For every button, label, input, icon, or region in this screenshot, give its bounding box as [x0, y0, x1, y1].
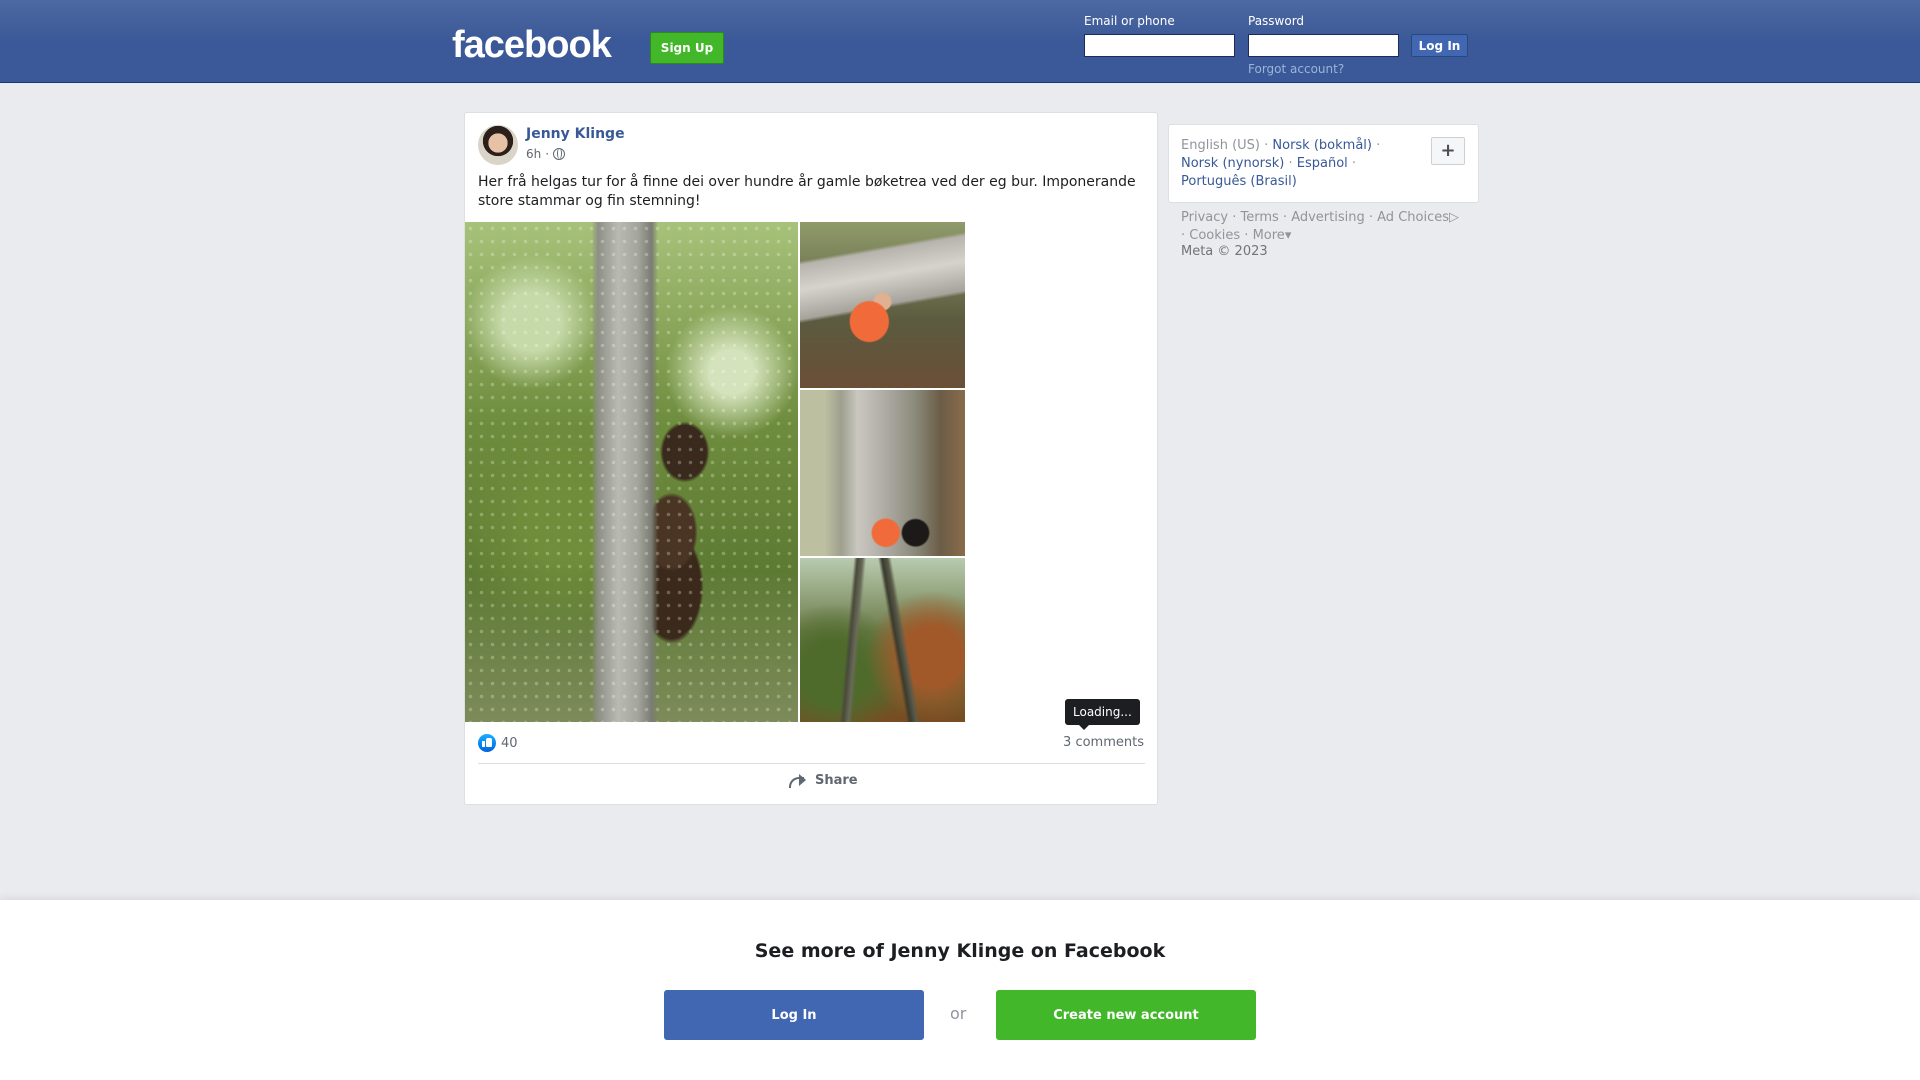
banner-title: See more of Jenny Klinge on Facebook	[754, 940, 1166, 962]
loading-tooltip: Loading...	[1065, 699, 1140, 730]
post-card: Jenny Klinge 6h · Her frå helgas tur for…	[464, 112, 1158, 805]
likes-count: 40	[501, 735, 518, 751]
footer-links: Privacy · Terms · Advertising · Ad Choic…	[1181, 210, 1459, 243]
language-selector: English (US) · Norsk (bokmål) · Norsk (n…	[1168, 124, 1479, 203]
reactions-summary[interactable]: 40	[478, 734, 518, 752]
footer-ad-choices[interactable]: Ad Choices	[1377, 210, 1449, 225]
create-account-button[interactable]: Create new account	[996, 990, 1256, 1040]
password-field[interactable]	[1248, 34, 1399, 57]
facebook-logo[interactable]: facebook	[452, 24, 612, 67]
caret-down-icon: ▾	[1284, 228, 1292, 243]
share-button[interactable]: Share	[789, 773, 858, 788]
post-text: Her frå helgas tur for å finne dei over …	[478, 174, 1136, 209]
author-avatar[interactable]	[478, 125, 518, 165]
like-icon	[478, 734, 496, 752]
post-author[interactable]: Jenny Klinge	[526, 126, 625, 142]
email-label: Email or phone	[1084, 14, 1175, 28]
copyright: Meta © 2023	[1181, 244, 1268, 259]
password-label: Password	[1248, 14, 1305, 28]
globe-icon[interactable]	[553, 148, 566, 160]
divider	[478, 763, 1145, 764]
ad-choices-icon: ▷	[1449, 210, 1459, 225]
meta-separator: ·	[545, 147, 550, 161]
post-time[interactable]: 6h	[526, 147, 541, 161]
share-label: Share	[815, 773, 858, 788]
comments-link[interactable]: 3 comments	[1063, 735, 1144, 750]
photo-woman-under-branch[interactable]	[800, 222, 965, 388]
footer-privacy[interactable]: Privacy	[1181, 210, 1228, 225]
login-prompt-banner: See more of Jenny Klinge on Facebook Log…	[0, 900, 1920, 1080]
footer-terms[interactable]: Terms	[1240, 210, 1278, 225]
sign-up-button[interactable]: Sign Up	[650, 32, 724, 64]
top-bar: facebook Sign Up Email or phone Password…	[0, 0, 1920, 83]
photo-forest-canopy[interactable]	[800, 558, 965, 722]
language-current: English (US)	[1181, 138, 1260, 153]
footer-cookies[interactable]: Cookies	[1189, 228, 1240, 243]
photo-tall-beech-trunk[interactable]	[465, 222, 798, 722]
photo-woman-at-trunk-with-dog[interactable]	[800, 390, 965, 556]
post-meta: 6h ·	[526, 147, 566, 161]
log-in-button[interactable]: Log In	[1411, 34, 1468, 57]
banner-or-text: or	[950, 1004, 967, 1023]
language-norsk-bokmal[interactable]: Norsk (bokmål)	[1272, 138, 1372, 153]
language-norsk-nynorsk[interactable]: Norsk (nynorsk)	[1181, 156, 1284, 171]
language-portugues[interactable]: Português (Brasil)	[1181, 174, 1297, 189]
email-field[interactable]	[1084, 34, 1235, 57]
footer-advertising[interactable]: Advertising	[1291, 210, 1365, 225]
more-languages-button[interactable]: +	[1431, 137, 1465, 165]
share-icon	[789, 773, 807, 788]
footer-more[interactable]: More	[1253, 228, 1285, 243]
banner-log-in-button[interactable]: Log In	[664, 990, 924, 1040]
language-espanol[interactable]: Español	[1297, 156, 1348, 171]
forgot-account-link[interactable]: Forgot account?	[1248, 62, 1344, 76]
